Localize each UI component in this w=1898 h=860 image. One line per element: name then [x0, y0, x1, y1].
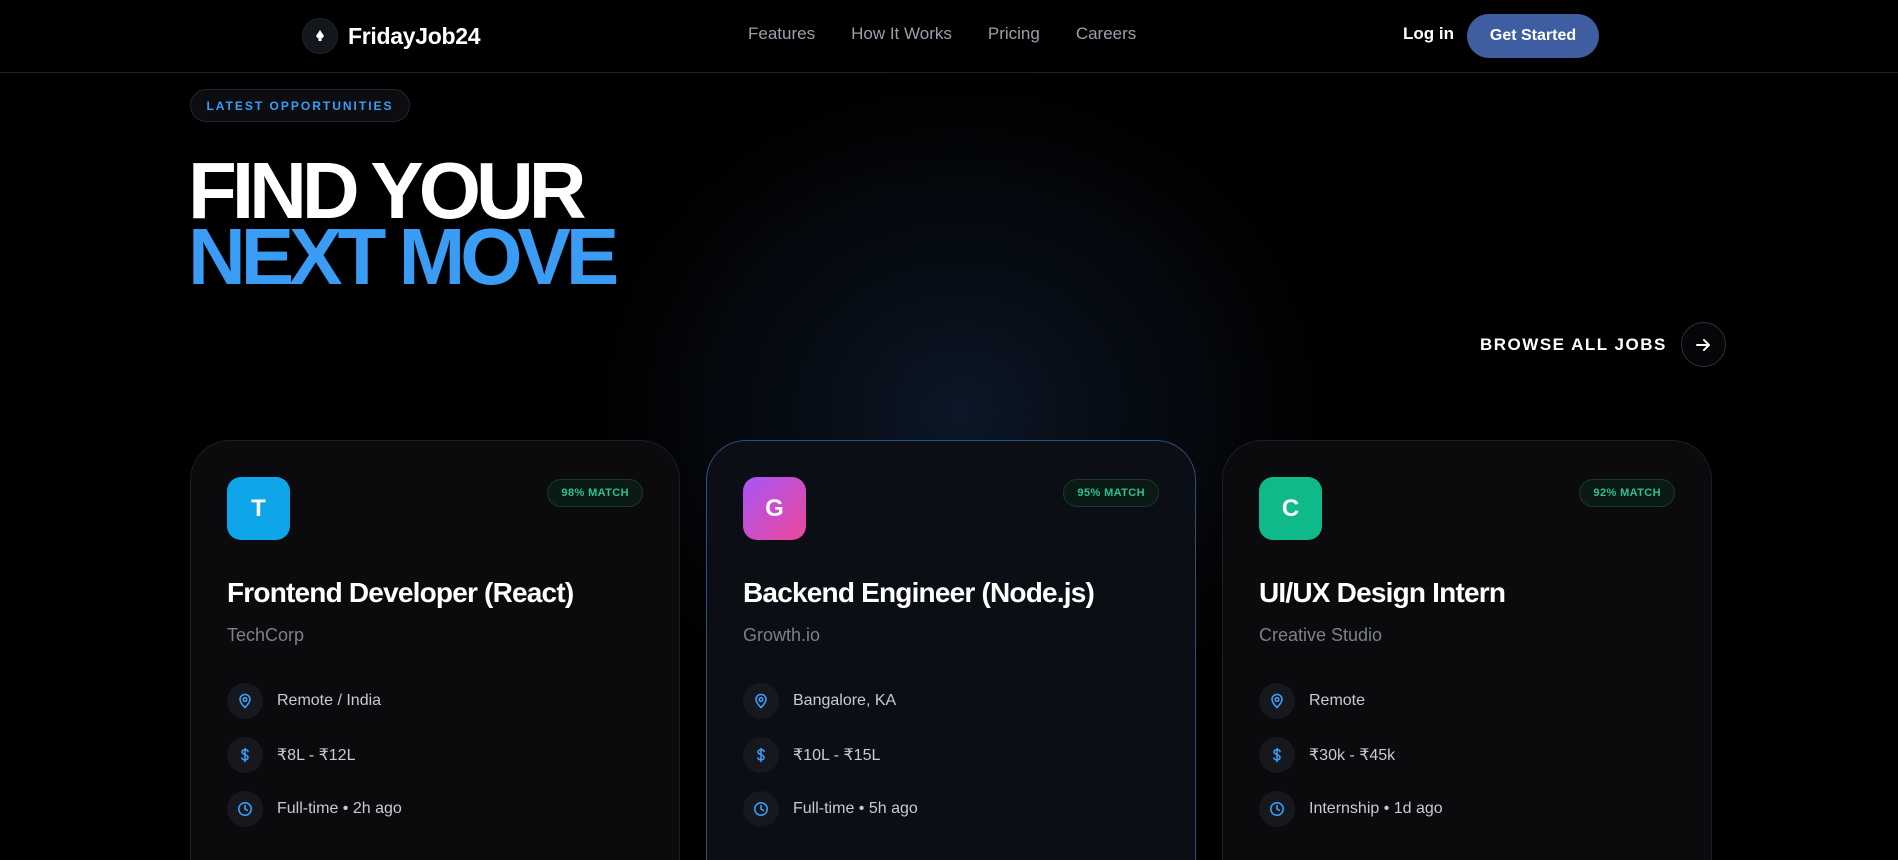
- arrow-right-icon: [1680, 322, 1726, 367]
- map-pin-icon: [227, 683, 263, 719]
- hero-title-line2: NEXT MOVE: [188, 212, 619, 301]
- job-card[interactable]: C 92% MATCH UI/UX Design Intern Creative…: [1222, 440, 1712, 860]
- company-logo: T: [227, 477, 290, 540]
- job-title: Backend Engineer (Node.js): [743, 577, 1095, 608]
- browse-all-jobs-label: BROWSE ALL JOBS: [1480, 334, 1667, 354]
- job-card[interactable]: T 98% MATCH Frontend Developer (React) T…: [190, 440, 680, 860]
- company-name: TechCorp: [227, 625, 305, 645]
- nav-link-careers[interactable]: Careers: [1076, 24, 1136, 44]
- top-navbar: FridayJob24 Features How It Works Pricin…: [0, 0, 1898, 73]
- job-type: Internship • 1d ago: [1259, 791, 1443, 827]
- job-card[interactable]: G 95% MATCH Backend Engineer (Node.js) G…: [706, 440, 1196, 860]
- clock-icon: [227, 791, 263, 827]
- dollar-icon: [227, 737, 263, 773]
- clock-icon: [743, 791, 779, 827]
- company-name: Growth.io: [743, 625, 821, 645]
- job-salary: ₹10L - ₹15L: [743, 737, 880, 773]
- dollar-icon: [1259, 737, 1295, 773]
- job-title: Frontend Developer (React): [227, 577, 574, 608]
- hero-title: FIND YOUR NEXT MOVE: [188, 151, 619, 301]
- get-started-button[interactable]: Get Started: [1467, 14, 1599, 58]
- clock-icon: [1259, 791, 1295, 827]
- match-badge: 95% MATCH: [1063, 479, 1159, 507]
- match-badge: 92% MATCH: [1579, 479, 1675, 507]
- nav-link-pricing[interactable]: Pricing: [988, 24, 1040, 44]
- company-logo: G: [743, 477, 806, 540]
- map-pin-icon: [1259, 683, 1295, 719]
- login-link[interactable]: Log in: [1403, 24, 1454, 44]
- job-type: Full-time • 2h ago: [227, 791, 402, 827]
- job-title: UI/UX Design Intern: [1259, 577, 1506, 608]
- brand-logo[interactable]: FridayJob24: [302, 17, 481, 55]
- job-location: Bangalore, KA: [743, 683, 896, 719]
- brand-name: FridayJob24: [348, 22, 481, 49]
- nav-links: Features How It Works Pricing Careers: [748, 24, 1136, 44]
- job-salary: ₹8L - ₹12L: [227, 737, 355, 773]
- company-logo: C: [1259, 477, 1322, 540]
- latest-opportunities-badge: LATEST OPPORTUNITIES: [190, 89, 410, 122]
- job-type: Full-time • 5h ago: [743, 791, 918, 827]
- job-location: Remote / India: [227, 683, 381, 719]
- company-name: Creative Studio: [1259, 625, 1383, 645]
- nav-link-features[interactable]: Features: [748, 24, 815, 44]
- job-location: Remote: [1259, 683, 1365, 719]
- match-badge: 98% MATCH: [547, 479, 643, 507]
- job-salary: ₹30k - ₹45k: [1259, 737, 1395, 773]
- map-pin-icon: [743, 683, 779, 719]
- nav-link-how-it-works[interactable]: How It Works: [851, 24, 952, 44]
- rocket-icon: [302, 18, 338, 54]
- browse-all-jobs-link[interactable]: BROWSE ALL JOBS: [1480, 322, 1726, 367]
- dollar-icon: [743, 737, 779, 773]
